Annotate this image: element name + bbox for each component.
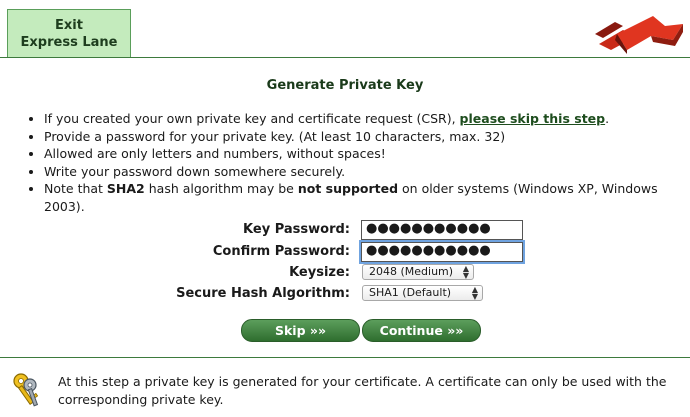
select-arrows-icon: ▲ ▼ — [471, 285, 478, 301]
key-password-label: Key Password: — [243, 222, 350, 237]
bullet5-a: Note that — [44, 181, 107, 196]
brand-logo-icon — [595, 16, 683, 54]
footer-info-text: At this step a private key is generated … — [58, 374, 667, 407]
list-item: If you created your own private key and … — [44, 110, 690, 128]
keysize-label: Keysize: — [289, 265, 350, 280]
bullet1-prefix: If you created your own private key and … — [44, 111, 460, 126]
header-divider — [0, 57, 690, 58]
confirm-password-field[interactable]: ●●●●●●●●●●● — [359, 240, 525, 264]
continue-button[interactable]: Continue »» — [362, 319, 481, 342]
keys-icon — [13, 373, 39, 407]
instruction-list: If you created your own private key and … — [26, 110, 690, 215]
list-item: Provide a password for your private key.… — [44, 128, 690, 146]
list-item: Write your password down somewhere secur… — [44, 163, 690, 181]
keysize-value: 2048 (Medium) — [369, 265, 454, 278]
hash-algorithm-label: Secure Hash Algorithm: — [176, 286, 350, 301]
footer-divider — [0, 357, 690, 358]
keysize-select[interactable]: 2048 (Medium) ▲ ▼ — [362, 264, 474, 280]
key-password-field[interactable]: ●●●●●●●●●●● — [361, 220, 523, 240]
list-item: Allowed are only letters and numbers, wi… — [44, 145, 690, 163]
list-item: Note that SHA2 hash algorithm may be not… — [44, 180, 690, 215]
skip-button[interactable]: Skip »» — [241, 319, 360, 342]
exit-label-line2: Express Lane — [20, 34, 118, 50]
bullet5-not-supported: not supported — [297, 181, 399, 196]
page-title: Generate Private Key — [266, 78, 424, 93]
exit-express-lane-button[interactable]: Exit Express Lane — [7, 9, 131, 57]
exit-label-line1: Exit — [55, 17, 83, 33]
hash-algorithm-value: SHA1 (Default) — [369, 286, 452, 299]
bullet5-sha2: SHA2 — [106, 181, 145, 196]
hash-algorithm-select[interactable]: SHA1 (Default) ▲ ▼ — [362, 285, 483, 301]
confirm-password-label: Confirm Password: — [212, 244, 350, 259]
bullet5-c: hash algorithm may be — [144, 181, 298, 196]
select-arrows-icon: ▲ ▼ — [462, 264, 469, 280]
bullet1-suffix: . — [605, 111, 610, 126]
skip-step-link[interactable]: please skip this step — [460, 111, 606, 126]
